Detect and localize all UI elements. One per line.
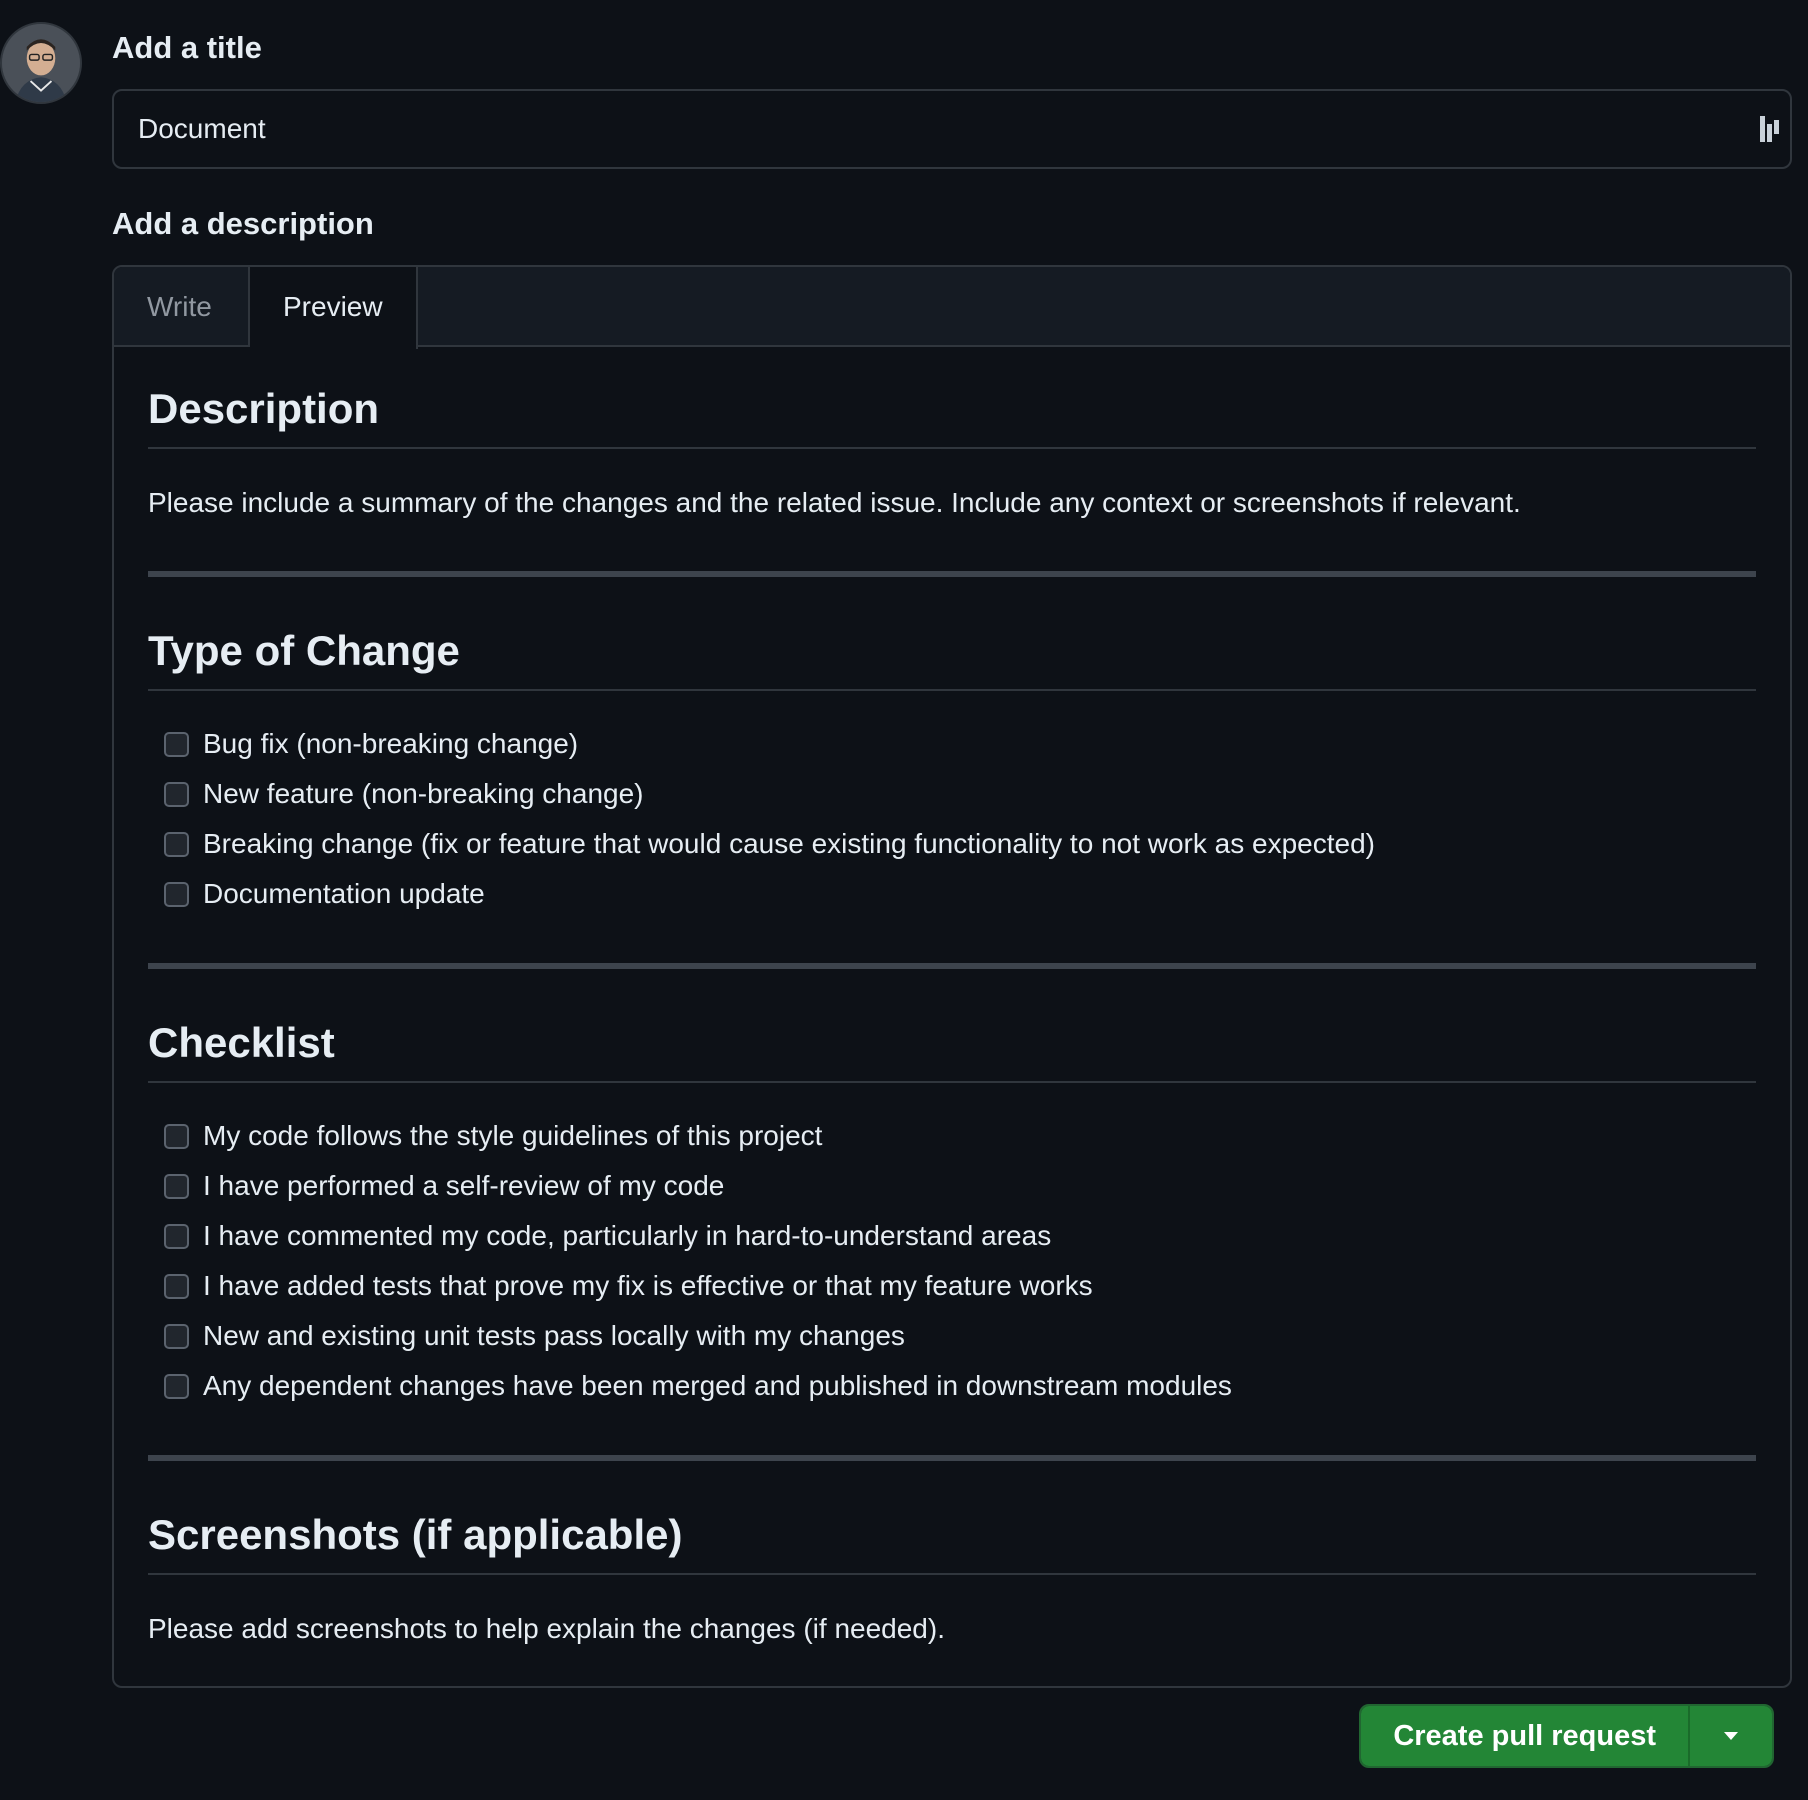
section-divider: [148, 1455, 1756, 1461]
extension-icon[interactable]: [1758, 114, 1780, 144]
checkbox[interactable]: [164, 1273, 189, 1299]
checkbox-label: Bug fix (non-breaking change): [203, 728, 579, 759]
section-divider: [148, 963, 1756, 969]
checkbox-label: I have performed a self-review of my cod…: [203, 1170, 725, 1201]
checkbox[interactable]: [164, 1373, 189, 1399]
list-item: Any dependent changes have been merged a…: [148, 1361, 1756, 1411]
checkbox[interactable]: [164, 1223, 189, 1249]
user-avatar[interactable]: [0, 22, 82, 104]
list-item: I have added tests that prove my fix is …: [148, 1261, 1756, 1311]
list-item: Breaking change (fix or feature that wou…: [148, 819, 1756, 869]
create-pull-request-button-group: Create pull request: [1359, 1704, 1774, 1768]
markdown-preview: Description Please include a summary of …: [114, 385, 1790, 1645]
description-label: Add a description: [112, 206, 374, 241]
list-item: New feature (non-breaking change): [148, 769, 1756, 819]
title-input[interactable]: [112, 89, 1792, 169]
checkbox[interactable]: [164, 1123, 189, 1149]
checkbox-label: Breaking change (fix or feature that wou…: [203, 828, 1375, 859]
create-pull-request-button[interactable]: Create pull request: [1361, 1706, 1688, 1766]
description-editor: Write Preview Description Please include…: [112, 265, 1792, 1688]
checkbox[interactable]: [164, 1323, 189, 1349]
tab-preview[interactable]: Preview: [250, 267, 418, 349]
checkbox-label: Any dependent changes have been merged a…: [203, 1370, 1232, 1401]
editor-tab-bar: Write Preview: [114, 267, 1790, 349]
create-options-dropdown-button[interactable]: [1688, 1706, 1772, 1766]
list-item: New and existing unit tests pass locally…: [148, 1311, 1756, 1361]
list-item: I have performed a self-review of my cod…: [148, 1161, 1756, 1211]
checkbox[interactable]: [164, 781, 189, 807]
list-item: Documentation update: [148, 869, 1756, 919]
heading-description: Description: [148, 385, 1756, 449]
heading-checklist: Checklist: [148, 1019, 1756, 1083]
list-item: Bug fix (non-breaking change): [148, 719, 1756, 769]
list-item: My code follows the style guidelines of …: [148, 1111, 1756, 1161]
description-text: Please include a summary of the changes …: [148, 487, 1521, 518]
tab-write[interactable]: Write: [114, 267, 250, 347]
checkbox-label: I have commented my code, particularly i…: [203, 1220, 1052, 1251]
triangle-down-icon: [1724, 1732, 1738, 1740]
checkbox-label: Documentation update: [203, 878, 485, 909]
checklist-list: My code follows the style guidelines of …: [148, 1111, 1756, 1411]
title-label: Add a title: [112, 30, 262, 65]
checkbox[interactable]: [164, 831, 189, 857]
checkbox[interactable]: [164, 731, 189, 757]
screenshots-text: Please add screenshots to help explain t…: [148, 1613, 945, 1644]
checkbox-label: I have added tests that prove my fix is …: [203, 1270, 1093, 1301]
checkbox-label: New feature (non-breaking change): [203, 778, 644, 809]
section-divider: [148, 571, 1756, 577]
list-item: I have commented my code, particularly i…: [148, 1211, 1756, 1261]
checkbox[interactable]: [164, 1173, 189, 1199]
checkbox[interactable]: [164, 881, 189, 907]
heading-type-of-change: Type of Change: [148, 627, 1756, 691]
type-of-change-list: Bug fix (non-breaking change) New featur…: [148, 719, 1756, 919]
checkbox-label: New and existing unit tests pass locally…: [203, 1320, 905, 1351]
checkbox-label: My code follows the style guidelines of …: [203, 1120, 823, 1151]
heading-screenshots: Screenshots (if applicable): [148, 1511, 1756, 1575]
